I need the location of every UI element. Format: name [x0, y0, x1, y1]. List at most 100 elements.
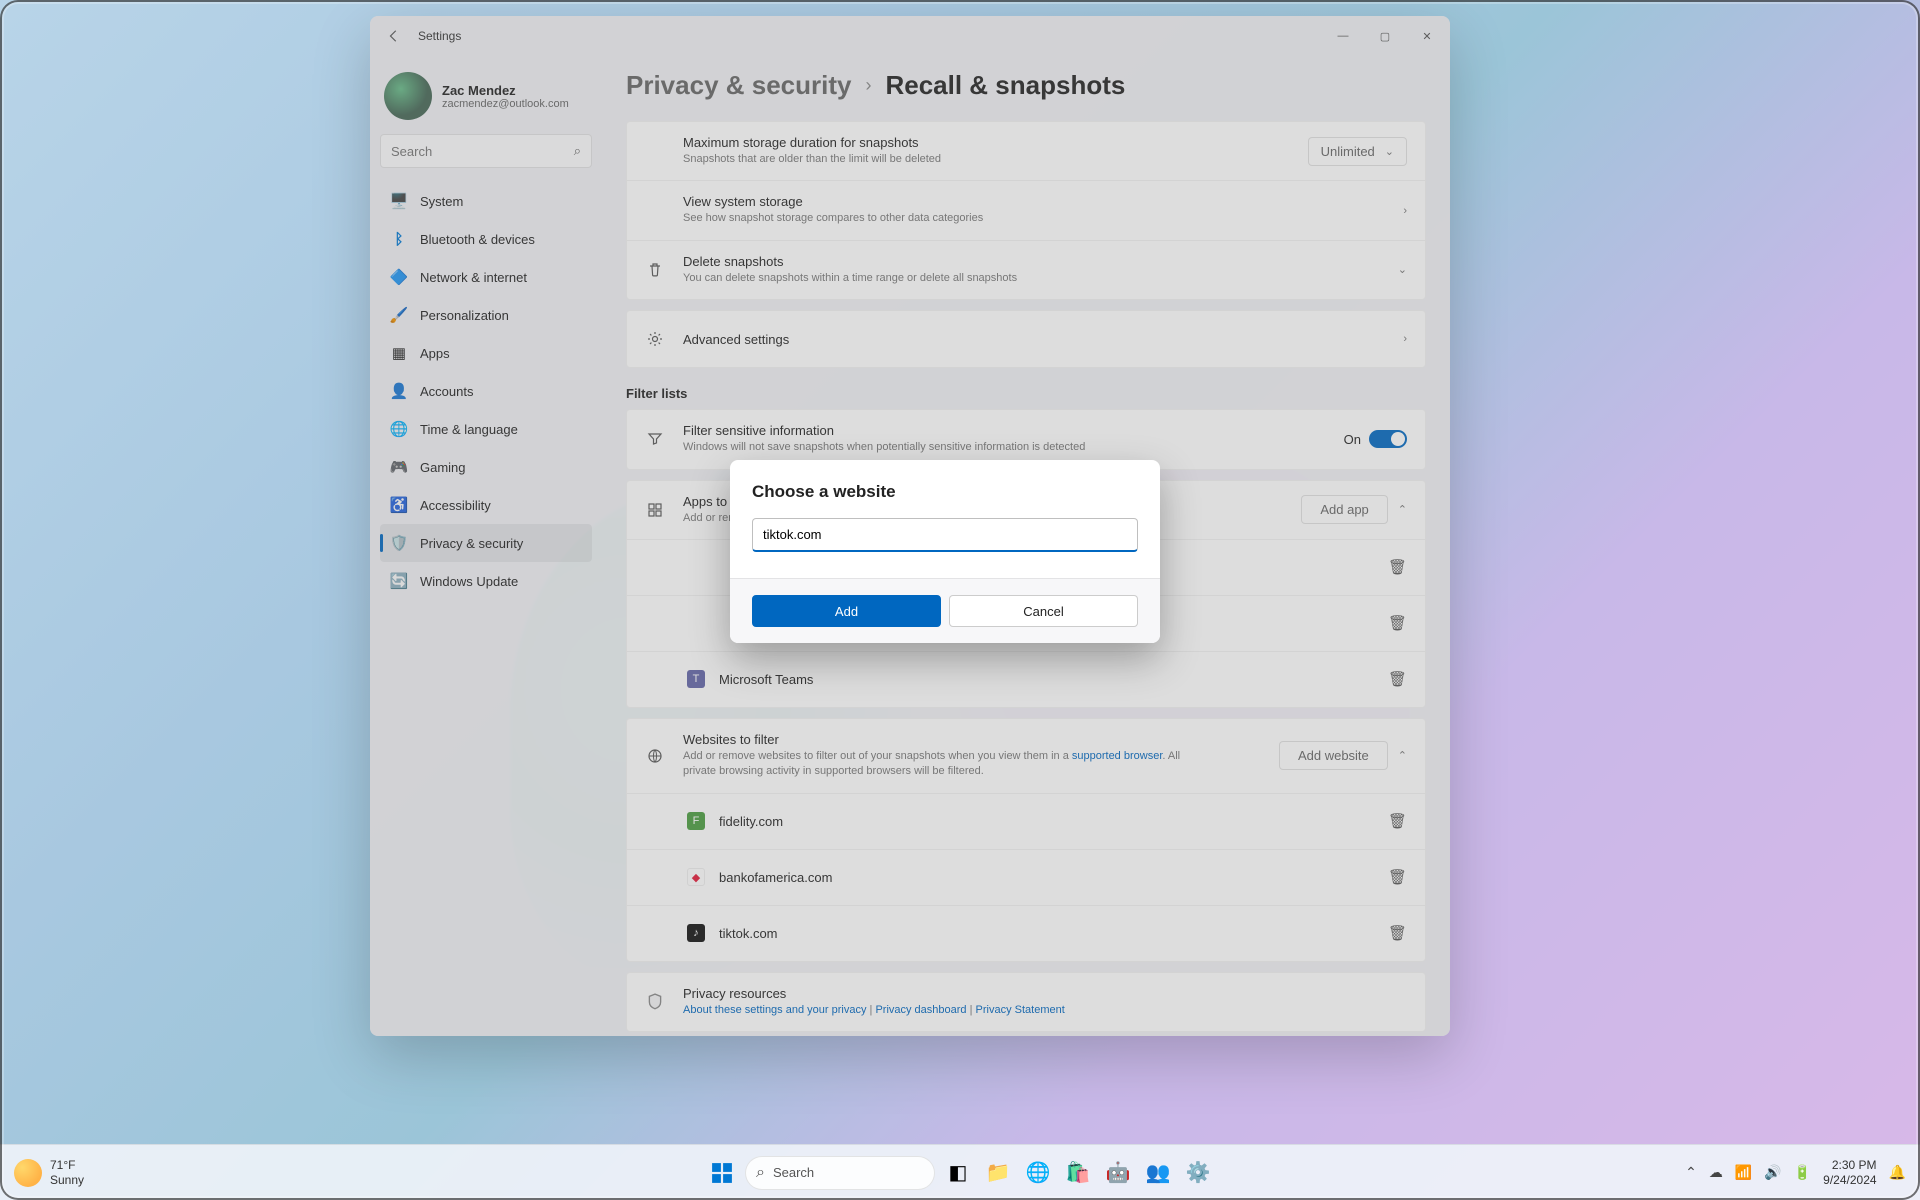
- tray-battery-icon[interactable]: 🔋: [1794, 1164, 1811, 1181]
- search-icon: ⌕: [756, 1164, 765, 1182]
- websites-filter-description: Add or remove websites to filter out of …: [683, 749, 1203, 780]
- gaming-icon: 🎮: [390, 458, 408, 476]
- dialog-title: Choose a website: [752, 482, 1138, 502]
- advanced-group: Advanced settings ›: [626, 310, 1426, 368]
- task-view-button[interactable]: ◧: [941, 1156, 975, 1190]
- app-item-teams: T Microsoft Teams 🗑: [627, 651, 1425, 707]
- privacy-resources-row: Privacy resources About these settings a…: [627, 973, 1425, 1031]
- tray-wifi-icon[interactable]: 📶: [1735, 1164, 1752, 1181]
- choose-website-dialog: Choose a website Add Cancel: [730, 460, 1160, 643]
- gear-icon: [645, 329, 665, 349]
- copilot-icon[interactable]: 🤖: [1101, 1156, 1135, 1190]
- nav-gaming[interactable]: 🎮Gaming: [380, 448, 592, 486]
- nav-time-language[interactable]: 🌐Time & language: [380, 410, 592, 448]
- taskbar: 71°F Sunny ⌕ Search ◧ 📁 🌐 🛍️ 🤖 👥 ⚙️ ⌃ ☁ …: [0, 1144, 1920, 1200]
- remove-site-button[interactable]: 🗑: [1388, 868, 1407, 886]
- tray-expand[interactable]: ⌃: [1685, 1164, 1697, 1181]
- settings-icon[interactable]: ⚙️: [1181, 1156, 1215, 1190]
- nav-personalization[interactable]: 🖌️Personalization: [380, 296, 592, 334]
- search-input[interactable]: [391, 144, 574, 159]
- teams-icon: T: [687, 670, 705, 688]
- remove-site-button[interactable]: 🗑: [1388, 812, 1407, 830]
- privacy-links: About these settings and your privacy | …: [683, 1003, 1203, 1018]
- remove-site-button[interactable]: 🗑: [1388, 924, 1407, 942]
- breadcrumb: Privacy & security › Recall & snapshots: [626, 56, 1426, 121]
- nav-accounts[interactable]: 👤Accounts: [380, 372, 592, 410]
- site-item-tiktok: ♪ tiktok.com 🗑: [627, 905, 1425, 961]
- nav-system[interactable]: 🖥️System: [380, 182, 592, 220]
- search-box[interactable]: ⌕: [380, 134, 592, 168]
- avatar: [384, 72, 432, 120]
- trash-icon[interactable]: 🗑: [1388, 558, 1407, 576]
- trash-icon: [645, 260, 665, 280]
- store-icon[interactable]: 🛍️: [1061, 1156, 1095, 1190]
- privacy-dashboard-link[interactable]: Privacy dashboard: [875, 1004, 966, 1016]
- nav-apps[interactable]: ▦Apps: [380, 334, 592, 372]
- cancel-button[interactable]: Cancel: [949, 595, 1138, 627]
- maximize-button[interactable]: ▢: [1376, 30, 1394, 43]
- clock[interactable]: 2:30 PM 9/24/2024: [1823, 1158, 1876, 1187]
- nav-privacy-security[interactable]: 🛡️Privacy & security: [380, 524, 592, 562]
- window-title: Settings: [418, 29, 461, 43]
- chevron-down-icon: ⌄: [1398, 263, 1407, 276]
- apps-grid-icon: [645, 500, 665, 520]
- teams-icon[interactable]: 👥: [1141, 1156, 1175, 1190]
- chevron-up-icon: ⌃: [1398, 503, 1407, 516]
- globe-icon: [645, 746, 665, 766]
- tray-onedrive-icon[interactable]: ☁: [1709, 1164, 1723, 1181]
- nav-list: 🖥️System ᛒBluetooth & devices 🔷Network &…: [380, 182, 592, 600]
- websites-filter-header[interactable]: Websites to filter Add or remove website…: [627, 719, 1425, 793]
- sidebar: Zac Mendez zacmendez@outlook.com ⌕ 🖥️Sys…: [370, 56, 602, 1036]
- advanced-settings-row[interactable]: Advanced settings ›: [627, 311, 1425, 367]
- storage-group: Maximum storage duration for snapshots S…: [626, 121, 1426, 300]
- back-button[interactable]: [384, 26, 404, 46]
- remove-app-button[interactable]: 🗑: [1388, 670, 1407, 688]
- update-icon: 🔄: [390, 572, 408, 590]
- profile-block[interactable]: Zac Mendez zacmendez@outlook.com: [380, 64, 592, 134]
- websites-filter-group: Websites to filter Add or remove website…: [626, 718, 1426, 962]
- filter-sensitive-toggle[interactable]: [1369, 430, 1407, 448]
- taskbar-search[interactable]: ⌕ Search: [745, 1156, 935, 1190]
- site-item-fidelity: F fidelity.com 🗑: [627, 793, 1425, 849]
- weather-widget[interactable]: 71°F Sunny: [0, 1158, 84, 1187]
- profile-name: Zac Mendez: [442, 83, 569, 98]
- close-button[interactable]: ✕: [1418, 30, 1436, 43]
- minimize-button[interactable]: —: [1334, 30, 1352, 43]
- filter-lists-heading: Filter lists: [626, 386, 1426, 401]
- profile-email: zacmendez@outlook.com: [442, 98, 569, 110]
- add-button[interactable]: Add: [752, 595, 941, 627]
- personalization-icon: 🖌️: [390, 306, 408, 324]
- trash-icon[interactable]: 🗑: [1388, 614, 1407, 632]
- chevron-right-icon: ›: [1403, 205, 1407, 217]
- add-website-button[interactable]: Add website: [1279, 741, 1388, 770]
- delete-snapshots-row[interactable]: Delete snapshots You can delete snapshot…: [627, 240, 1425, 299]
- nav-windows-update[interactable]: 🔄Windows Update: [380, 562, 592, 600]
- system-icon: 🖥️: [390, 192, 408, 210]
- site-favicon: ◆: [687, 868, 705, 886]
- chevron-down-icon: ⌄: [1385, 145, 1394, 158]
- page-title: Recall & snapshots: [885, 70, 1125, 101]
- explorer-icon[interactable]: 📁: [981, 1156, 1015, 1190]
- breadcrumb-parent[interactable]: Privacy & security: [626, 70, 851, 101]
- max-storage-dropdown[interactable]: Unlimited ⌄: [1308, 137, 1407, 166]
- shield-icon: 🛡️: [390, 534, 408, 552]
- edge-icon[interactable]: 🌐: [1021, 1156, 1055, 1190]
- nav-network[interactable]: 🔷Network & internet: [380, 258, 592, 296]
- start-button[interactable]: [705, 1156, 739, 1190]
- nav-bluetooth[interactable]: ᛒBluetooth & devices: [380, 220, 592, 258]
- max-storage-row[interactable]: Maximum storage duration for snapshots S…: [627, 122, 1425, 180]
- about-settings-link[interactable]: About these settings and your privacy: [683, 1004, 866, 1016]
- shield-icon: [645, 992, 665, 1012]
- site-favicon: F: [687, 812, 705, 830]
- nav-accessibility[interactable]: ♿Accessibility: [380, 486, 592, 524]
- website-input[interactable]: [752, 518, 1138, 552]
- add-app-button[interactable]: Add app: [1301, 495, 1387, 524]
- weather-temp: 71°F: [50, 1158, 84, 1172]
- privacy-statement-link[interactable]: Privacy Statement: [976, 1004, 1065, 1016]
- view-storage-row[interactable]: View system storage See how snapshot sto…: [627, 180, 1425, 239]
- search-icon: ⌕: [574, 143, 581, 159]
- site-item-bofa: ◆ bankofamerica.com 🗑: [627, 849, 1425, 905]
- supported-browser-link[interactable]: supported browser: [1072, 750, 1163, 762]
- tray-volume-icon[interactable]: 🔊: [1764, 1164, 1781, 1181]
- notifications-icon[interactable]: 🔔: [1889, 1164, 1906, 1181]
